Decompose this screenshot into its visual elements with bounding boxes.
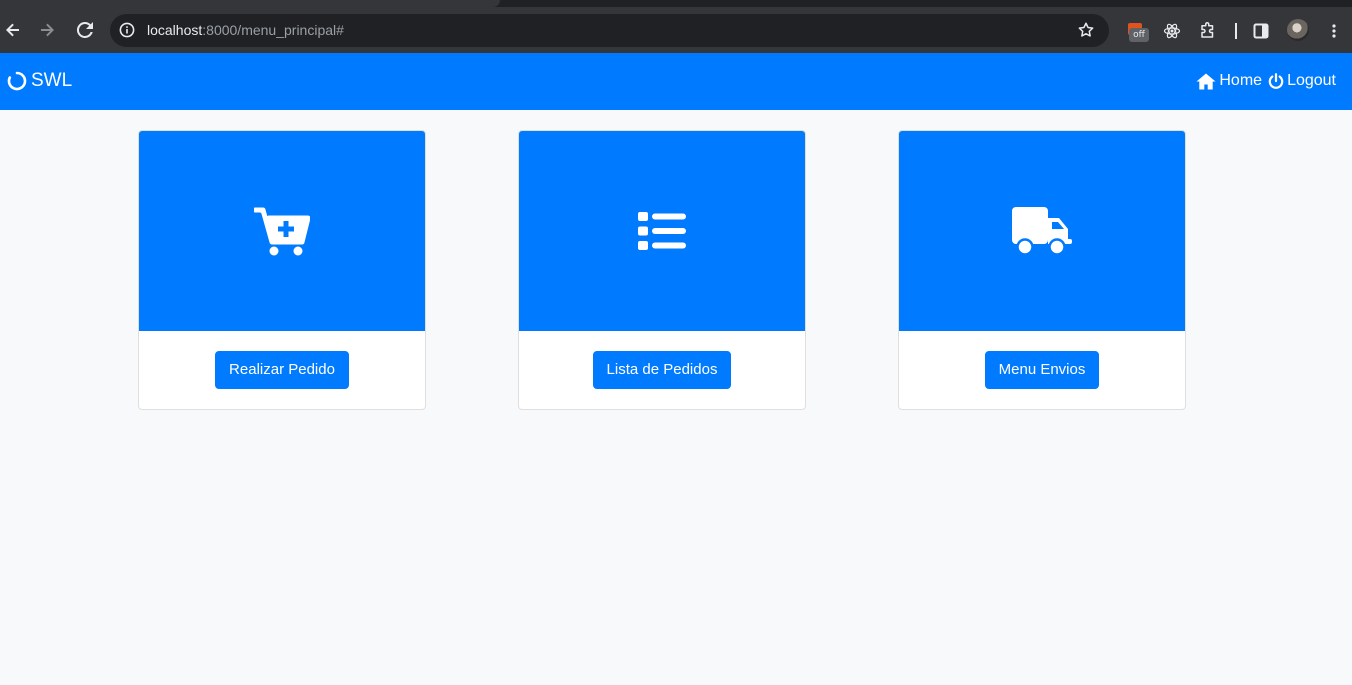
toolbar-divider [1235,23,1237,39]
side-panel-icon [1253,23,1269,39]
site-info-icon[interactable] [119,22,135,38]
navbar-links: Home Logout [1196,72,1336,90]
back-button[interactable] [0,17,26,43]
card-body: Menu Envios [899,331,1185,409]
lista-de-pedidos-button[interactable]: Lista de Pedidos [592,351,732,389]
browser-toolbar: localhost:8000/menu_principal# off [0,7,1352,53]
home-link-label: Home [1219,72,1263,89]
card-image [519,131,805,331]
app-navbar: SWL Home Logout [0,53,1352,110]
card-body: Realizar Pedido [139,331,425,409]
reload-icon [77,22,93,38]
card-image [139,131,425,331]
extensions-menu-button[interactable] [1197,20,1219,42]
url-path: :8000/menu_principal# [202,22,344,38]
arrow-left-icon [6,23,19,37]
extension-off-badge: off [1129,28,1149,42]
logout-link[interactable]: Logout [1268,72,1336,90]
circle-notch-icon [7,71,27,91]
browser-tab-active[interactable] [30,0,500,7]
browser-tab[interactable] [0,0,30,7]
profile-avatar[interactable] [1287,19,1309,41]
card-image [899,131,1185,331]
forward-button[interactable] [34,17,60,43]
address-bar[interactable]: localhost:8000/menu_principal# [110,14,1109,47]
menu-envios-button[interactable]: Menu Envios [984,351,1100,389]
truck-icon [1012,207,1072,256]
more-vertical-icon [1332,24,1336,38]
arrow-right-icon [41,23,54,37]
card-realizar-pedido: Realizar Pedido [138,130,426,410]
react-icon [1163,23,1181,39]
card-body: Lista de Pedidos [519,331,805,409]
card-lista-de-pedidos: Lista de Pedidos [518,130,806,410]
side-panel-button[interactable] [1250,20,1272,42]
realizar-pedido-button[interactable]: Realizar Pedido [215,351,349,389]
card-menu-envios: Menu Envios [898,130,1186,410]
brand-name: SWL [31,70,73,91]
puzzle-icon [1201,22,1214,38]
url-text[interactable]: localhost:8000/menu_principal# [147,22,344,38]
power-icon [1268,72,1284,89]
bookmark-star-icon[interactable] [1077,21,1095,39]
reload-button[interactable] [72,17,98,43]
url-host: localhost [147,22,203,38]
home-link[interactable]: Home [1196,72,1262,90]
browser-tabstrip [0,0,1352,7]
logout-link-label: Logout [1287,72,1336,89]
list-icon [638,212,686,250]
cart-plus-icon [254,207,310,256]
home-icon [1196,73,1216,89]
brand-link[interactable]: SWL [7,70,72,92]
browser-menu-button[interactable] [1323,20,1345,42]
react-devtools-button[interactable] [1161,20,1183,42]
